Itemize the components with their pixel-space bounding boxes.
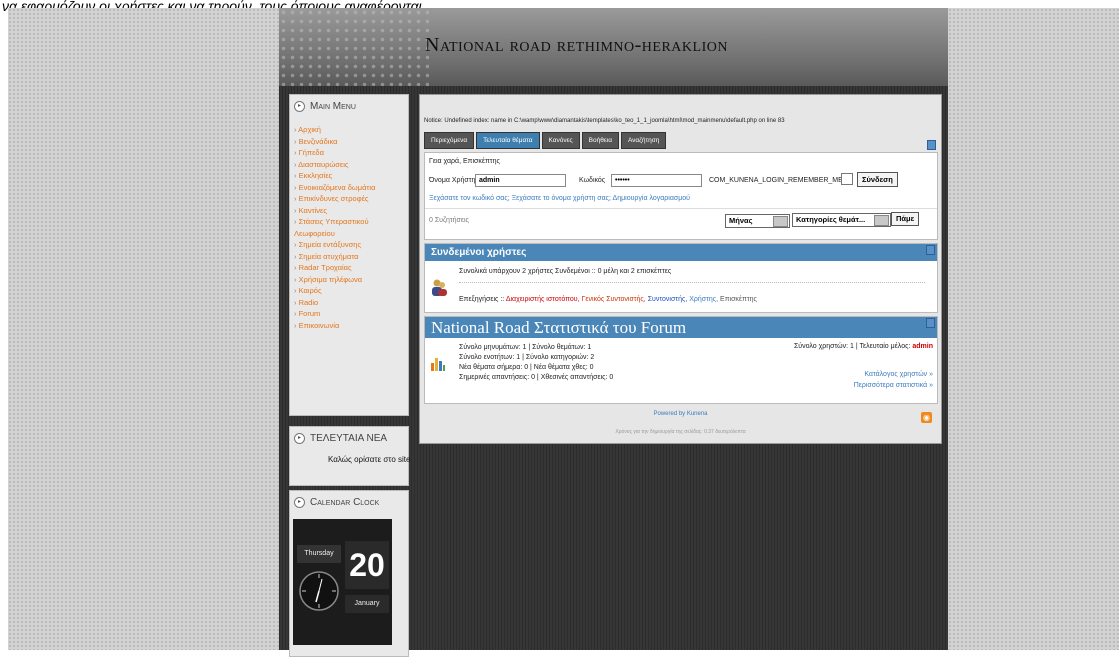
legend-user: Χρήστης, (689, 296, 719, 303)
menu-item[interactable]: Αρχική (294, 124, 408, 136)
last-member-link[interactable]: admin (912, 343, 933, 350)
online-users-panel: Συνδεμένοι χρήστες Συνολικά υπάρχουν 2 χ… (424, 243, 938, 313)
month-label: January (345, 595, 389, 613)
stats-line: Σύνολο ενοτήτων: 1 | Σύνολο κατηγοριών: … (459, 354, 595, 361)
month-select[interactable]: Μήνας (725, 214, 790, 228)
analog-clock-icon (299, 571, 339, 611)
stats-line: Νέα θέματα σήμερα: 0 | Νέα θέματα χθες: … (459, 364, 594, 371)
forum-tab[interactable]: Κανόνες (541, 132, 580, 149)
online-users-title: Συνδεμένοι χρήστες (425, 244, 937, 261)
legend-mod: Συντονιστής, (647, 296, 688, 303)
day-number: 20 (345, 541, 389, 589)
news-title: ▸ ΤΕΛΕΥΤΑΙΑ ΝΕΑ (290, 427, 408, 444)
forum-tab[interactable]: Αναζήτηση (620, 132, 667, 149)
calendar-title: ▸ Calendar Clock (290, 491, 408, 508)
password-label: Κωδικός (579, 177, 606, 184)
site-wrapper: National road rethimno-heraklion ▸ Main … (279, 8, 948, 657)
greeting: Γεια χαρά, Επισκέπτης (429, 158, 500, 165)
toggle-icon[interactable] (926, 318, 935, 328)
username-label: Όνομα Χρήστη (429, 177, 476, 184)
forum-tab[interactable]: Βοήθεια (581, 132, 619, 149)
menu-item[interactable]: Γήπεδα (294, 147, 408, 159)
news-box: ▸ ΤΕΛΕΥΤΑΙΑ ΝΕΑ Καλώς ορίσατε στο site (289, 426, 411, 486)
powered-by[interactable]: Powered by Kunena (420, 411, 941, 417)
forum-tabs: Περιεχόμενα Τελευταία θέματα Κανόνες Βοήθει… (424, 132, 667, 149)
username-input[interactable]: admin (475, 174, 566, 187)
menu-item[interactable]: Καιρός (294, 285, 408, 297)
menu-item[interactable]: Σημεία εντάξυνσης (294, 239, 408, 251)
more-stats-link[interactable]: Περισσότερα στατιστικά » (854, 382, 933, 389)
menu-item[interactable]: Εκκλησίες (294, 170, 408, 182)
site-header: National road rethimno-heraklion (279, 8, 948, 86)
stats-chart-icon (431, 358, 445, 371)
password-input[interactable]: •••••• (611, 174, 702, 187)
legend-guest: Επισκέπτης (720, 296, 757, 303)
header-pattern (279, 8, 429, 86)
legend-row: Επεξηγήσεις :: Διαχειριστής ιστοτόπου, Γ… (459, 296, 757, 303)
remember-label: COM_KUNENA_LOGIN_REMEMBER_ME (709, 177, 843, 184)
stats-lines: Σύνολο μηνυμάτων: 1 | Σύνολο θεμάτων: 1 Σ… (459, 343, 613, 383)
toggle-icon[interactable] (926, 245, 935, 255)
menu-item[interactable]: Radar Τροχαίας (294, 262, 408, 274)
forum-tab[interactable]: Περιεχόμενα (424, 132, 475, 149)
menu-item[interactable]: Καντίνες (294, 205, 408, 217)
menu-item[interactable]: Ενοικιαζόμενα δωμάτια (294, 182, 408, 194)
discussions-count: 0 Συζητήσεις (429, 217, 469, 224)
menu-item[interactable]: Σημεία ατυχήματα (294, 251, 408, 263)
legend-admin: Διαχειριστής ιστοτόπου, (505, 296, 580, 303)
go-button[interactable]: Πάμε (891, 212, 920, 226)
calendar-box: ▸ Calendar Clock Thursday 20 January (289, 490, 409, 657)
forum-tab[interactable]: Τελευταία θέματα (476, 132, 540, 149)
calendar-clock-widget: Thursday 20 January (293, 519, 392, 645)
login-panel: Γεια χαρά, Επισκέπτης Όνομα Χρήστη admin… (424, 152, 938, 240)
remember-checkbox[interactable] (841, 173, 853, 185)
generation-time: Χρόνος για την δημιουργία της σελίδας: 0… (615, 429, 746, 435)
weekday-label: Thursday (297, 545, 341, 563)
stats-users: Σύνολο χρηστών: 1 | Τελευταίο μέλος: adm… (793, 343, 933, 350)
collapse-icon[interactable]: ▸ (294, 433, 305, 444)
menu-item[interactable]: Στάσεις Υπεραστικού Λεωφορείου (294, 216, 408, 239)
forgot-links[interactable]: Ξεχάσατε τον κωδικό σας; Ξεχάσατε το όνο… (429, 195, 690, 202)
site-title: National road rethimno-heraklion (425, 34, 728, 56)
stats-line: Σημερινές απαντήσεις: 0 | Χθεσινές απαντ… (459, 374, 614, 381)
stats-line: Σύνολο μηνυμάτων: 1 | Σύνολο θεμάτων: 1 (459, 344, 592, 351)
stats-panel: National Road Στατιστικά του Forum Σύνολ… (424, 316, 938, 404)
rss-icon[interactable]: ◉ (921, 412, 932, 423)
main-menu-title: ▸ Main Menu (290, 95, 408, 112)
menu-item[interactable]: Διασταυρώσεις (294, 159, 408, 171)
php-notice: Notice: Undefined index: name in C:\wamp… (424, 118, 785, 124)
forum-main: Notice: Undefined index: name in C:\wamp… (419, 94, 942, 444)
main-menu-list: ΑρχικήΒενζινάδικαΓήπεδαΔιασταυρώσειςΕκκλ… (294, 124, 408, 331)
category-select[interactable]: Κατηγορίες θεμάτ... (792, 213, 891, 227)
stats-title: National Road Στατιστικά του Forum (425, 317, 937, 338)
menu-item[interactable]: Forum (294, 308, 408, 320)
collapse-icon[interactable]: ▸ (294, 101, 305, 112)
menu-item[interactable]: Χρήσιμα τηλέφωνα (294, 274, 408, 286)
news-text: Καλώς ορίσατε στο site (328, 455, 411, 464)
login-button[interactable]: Σύνδεση (857, 172, 898, 187)
menu-item[interactable]: Radio (294, 297, 408, 309)
collapse-icon[interactable]: ▸ (294, 497, 305, 508)
online-summary: Συνολικά υπάρχουν 2 χρήστες Συνδεμένοι :… (459, 268, 672, 275)
menu-item[interactable]: Βενζινάδικα (294, 136, 408, 148)
main-menu-box: ▸ Main Menu ΑρχικήΒενζινάδικαΓήπεδαΔιαστ… (289, 94, 409, 416)
users-list-link[interactable]: Κατάλογος χρηστών » (864, 371, 933, 378)
legend-global-mod: Γενικός Συντονιστής, (581, 296, 646, 303)
menu-item[interactable]: Επικοινωνία (294, 320, 408, 332)
menu-item[interactable]: Επικίνδυνες στροφές (294, 193, 408, 205)
toggle-icon[interactable] (927, 140, 936, 150)
users-icon (432, 279, 447, 296)
